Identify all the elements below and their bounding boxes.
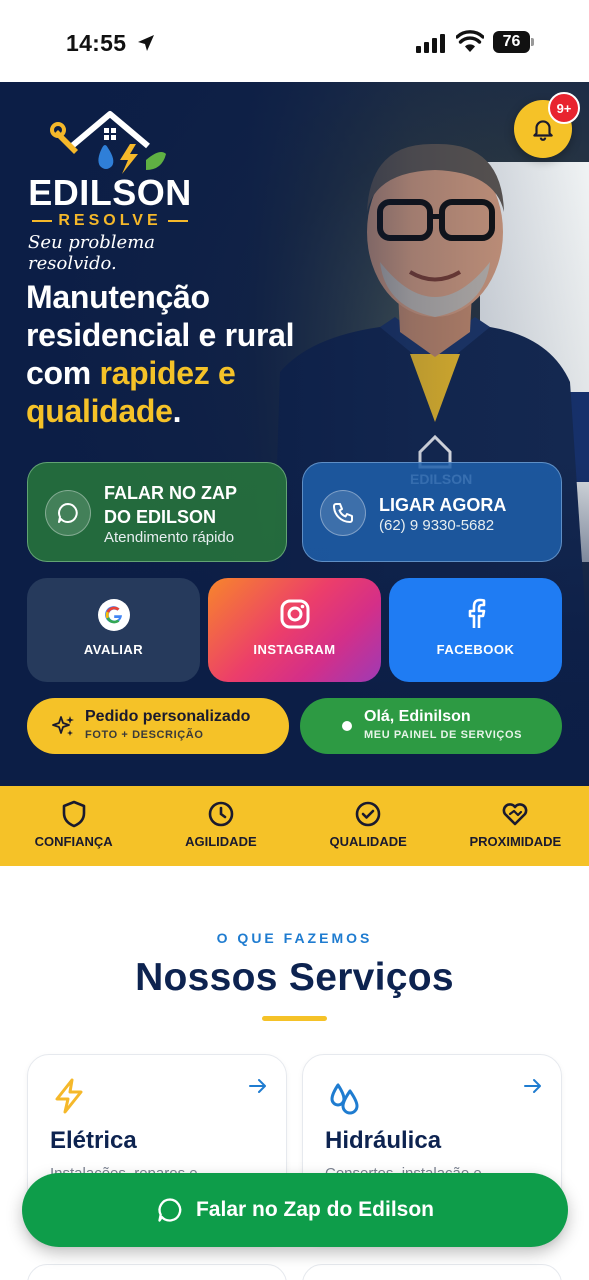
notifications-badge: 9+ [548, 92, 580, 124]
water-drops-icon [330, 1083, 359, 1115]
service-plumbing-title: Hidráulica [325, 1127, 442, 1154]
instagram-label: INSTAGRAM [253, 642, 336, 657]
headline-line-1: Manutenção [26, 279, 210, 315]
value-trust: CONFIANÇA [0, 786, 147, 866]
headline-line-2: residencial e rural [26, 317, 295, 353]
hero-section: EDILSON EDILSON RESOLVE Seu problema res… [0, 82, 589, 786]
call-now-button[interactable]: LIGAR AGORA (62) 9 9330-5682 [302, 462, 562, 562]
service-electrical-title: Elétrica [50, 1127, 137, 1154]
arrow-right-icon [524, 1079, 541, 1093]
headline-line-3: com [26, 355, 100, 391]
value-agility-label: AGILIDADE [185, 834, 257, 849]
battery-icon: 76 [493, 31, 535, 53]
google-review-label: AVALIAR [83, 642, 144, 657]
service-panel-subtitle: MEU PAINEL DE SERVIÇOS [364, 729, 523, 741]
service-card-next-1[interactable] [27, 1264, 287, 1280]
title-underline [262, 1016, 327, 1021]
check-circle-icon [355, 801, 381, 827]
instagram-button[interactable]: INSTAGRAM [208, 578, 381, 682]
custom-order-title: Pedido personalizado [85, 708, 251, 725]
battery-level: 76 [493, 31, 530, 53]
value-agility: AGILIDADE [147, 786, 294, 866]
google-review-button[interactable]: AVALIAR [27, 578, 200, 682]
value-trust-label: CONFIANÇA [34, 834, 113, 849]
whatsapp-card-subtitle: Atendimento rápido [104, 529, 235, 546]
shield-icon [62, 800, 85, 828]
whatsapp-card-title-1: FALAR NO ZAP [104, 483, 237, 503]
headline-highlight-1: rapidez e [99, 355, 236, 391]
location-arrow-icon [138, 35, 154, 51]
brand-tagline: Seu problema resolvido. [28, 232, 155, 274]
whatsapp-sticky-label: Falar no Zap do Edilson [195, 1198, 434, 1221]
value-quality: QUALIDADE [295, 786, 442, 866]
facebook-icon [468, 598, 485, 628]
brand-sub: RESOLVE [20, 212, 200, 230]
custom-order-button[interactable]: Pedido personalizado FOTO + DESCRIÇÃO [27, 698, 289, 754]
bell-icon [533, 120, 553, 141]
chat-bubble-icon [45, 490, 91, 536]
google-icon [97, 599, 130, 631]
clock-icon [208, 801, 234, 827]
hero-headline: Manutenção residencial e rural com rapid… [26, 278, 356, 430]
service-card-next-2[interactable] [302, 1264, 562, 1280]
value-quality-label: QUALIDADE [329, 834, 407, 849]
value-proximity-label: PROXIMIDADE [469, 834, 562, 849]
brand-name: EDILSON [28, 172, 192, 213]
phone-icon [320, 490, 366, 536]
chat-bubble-icon [158, 1198, 182, 1222]
whatsapp-card-button[interactable]: FALAR NO ZAP DO EDILSON Atendimento rápi… [27, 462, 287, 562]
lightning-icon [55, 1078, 83, 1114]
sparkles-icon [52, 716, 74, 736]
whatsapp-sticky-button[interactable]: Falar no Zap do Edilson [22, 1173, 568, 1247]
status-bar: 14:55 76 [0, 0, 589, 82]
brand-sub-text: RESOLVE [58, 212, 162, 229]
headline-highlight-2: qualidade [26, 393, 173, 429]
headline-period: . [172, 393, 182, 429]
instagram-icon [280, 599, 309, 629]
status-time: 14:55 [66, 30, 127, 56]
cellular-signal-icon [416, 33, 445, 53]
call-card-phone: (62) 9 9330-5682 [379, 517, 495, 534]
call-card-title: LIGAR AGORA [379, 495, 507, 515]
value-proximity: PROXIMIDADE [442, 786, 589, 866]
house-tools-logo-icon [50, 111, 166, 174]
values-bar: CONFIANÇA AGILIDADE QUALIDADE PROXIMIDAD… [0, 786, 589, 866]
service-panel-title: Olá, Edinilson [364, 708, 471, 725]
services-eyebrow: O QUE FAZEMOS [216, 930, 373, 946]
services-title: Nossos Serviços [135, 956, 454, 999]
service-panel-button[interactable]: Olá, Edinilson MEU PAINEL DE SERVIÇOS [300, 698, 562, 754]
brand-logo[interactable]: EDILSON RESOLVE Seu problema resolvido. [20, 108, 250, 274]
online-dot-icon [342, 721, 352, 731]
facebook-button[interactable]: FACEBOOK [389, 578, 562, 682]
arrow-right-icon [249, 1079, 266, 1093]
facebook-label: FACEBOOK [436, 642, 515, 657]
heart-handshake-icon [502, 803, 528, 826]
custom-order-subtitle: FOTO + DESCRIÇÃO [85, 729, 204, 741]
wifi-icon [456, 30, 484, 52]
whatsapp-card-title-2: DO EDILSON [104, 507, 217, 527]
